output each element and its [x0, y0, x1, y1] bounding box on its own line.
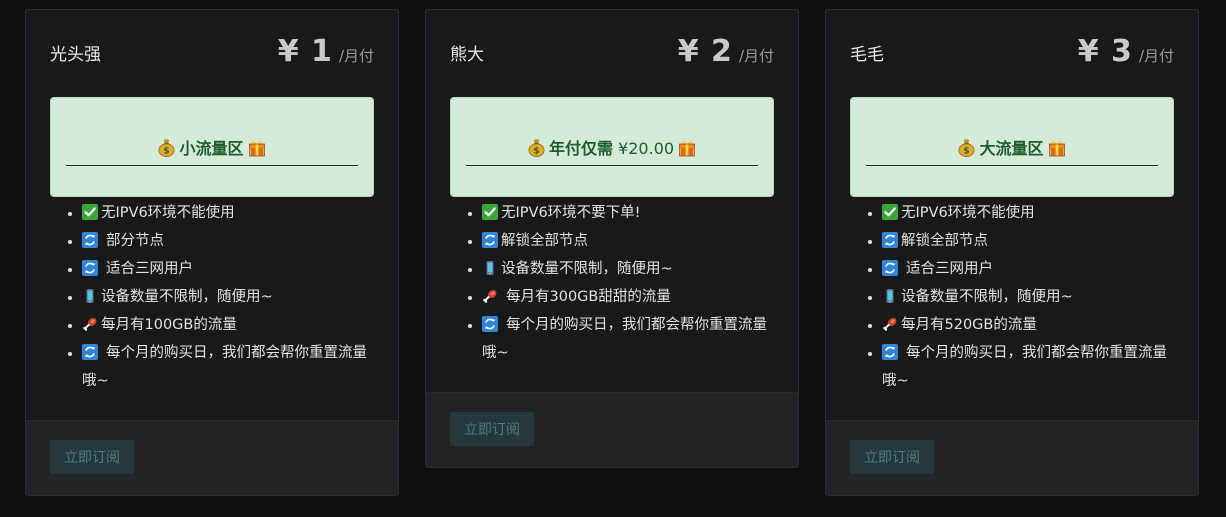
plan-name: 毛毛 — [850, 45, 884, 65]
banner-title-bold: 年付仅需 — [548, 139, 613, 158]
plan-price: ¥ 3/月付 — [1078, 34, 1174, 69]
check-icon — [882, 204, 898, 220]
feature-text: 无IPV6环境不能使用 — [901, 205, 1035, 221]
plan-banner: 年付仅需 ¥20.00 — [450, 97, 774, 197]
refresh-icon — [482, 232, 498, 248]
feature-item: 设备数量不限制，随便用~ — [82, 283, 374, 311]
plan-card: 熊大 ¥ 2/月付 年付仅需 ¥20.00 无IPV6环境不要下单! 解锁全部节… — [425, 9, 799, 468]
feature-item: 每个月的购买日，我们都会帮你重置流量哦~ — [882, 339, 1174, 395]
refresh-icon — [882, 232, 898, 248]
feature-text: 每月有300GB甜甜的流量 — [506, 289, 671, 305]
feature-list: 无IPV6环境不能使用 解锁全部节点 适合三网用户 设备数量不限制，随便用~ 每… — [850, 199, 1174, 395]
gift-icon — [678, 138, 696, 157]
refresh-icon — [82, 232, 98, 248]
phone-icon — [482, 260, 498, 276]
refresh-icon — [882, 260, 898, 276]
feature-item: 设备数量不限制，随便用~ — [882, 283, 1174, 311]
feature-item: 适合三网用户 — [82, 255, 374, 283]
feature-list: 无IPV6环境不能使用 部分节点 适合三网用户 设备数量不限制，随便用~ 每月有… — [50, 199, 374, 395]
feature-text: 解锁全部节点 — [901, 233, 988, 249]
feature-item: 设备数量不限制，随便用~ — [482, 255, 774, 283]
feature-item: 每月有300GB甜甜的流量 — [482, 283, 774, 311]
plan-name: 熊大 — [450, 45, 484, 65]
price-period: /月付 — [338, 47, 374, 65]
feature-text: 每个月的购买日，我们都会帮你重置流量哦~ — [482, 317, 767, 361]
feature-item: 每个月的购买日，我们都会帮你重置流量哦~ — [82, 339, 374, 395]
feature-text: 每月有520GB的流量 — [901, 317, 1037, 333]
feature-text: 适合三网用户 — [906, 261, 993, 277]
money-bag-icon — [158, 138, 175, 157]
banner-title: 小流量区 — [179, 139, 244, 158]
price-period: /月付 — [1138, 47, 1174, 65]
feature-item: 每个月的购买日，我们都会帮你重置流量哦~ — [482, 311, 774, 367]
feature-text: 适合三网用户 — [106, 261, 193, 277]
phone-icon — [882, 288, 898, 304]
check-icon — [482, 204, 498, 220]
price-period: /月付 — [738, 47, 774, 65]
feature-item: 解锁全部节点 — [882, 227, 1174, 255]
feature-item: 无IPV6环境不能使用 — [882, 199, 1174, 227]
feature-text: 每个月的购买日，我们都会帮你重置流量哦~ — [82, 345, 367, 389]
plan-header: 光头强 ¥ 1/月付 — [50, 10, 374, 97]
plan-footer: 立即订阅 — [426, 392, 798, 467]
refresh-icon — [482, 316, 498, 332]
price-amount: ¥ 1 — [277, 34, 333, 69]
plan-footer: 立即订阅 — [26, 420, 398, 495]
banner-price: ¥20.00 — [618, 139, 675, 158]
plan-name: 光头强 — [50, 45, 101, 65]
plan-price: ¥ 1/月付 — [278, 34, 374, 69]
money-bag-icon — [958, 138, 975, 157]
plan-price: ¥ 2/月付 — [678, 34, 774, 69]
feature-list: 无IPV6环境不要下单! 解锁全部节点 设备数量不限制，随便用~ 每月有300G… — [450, 199, 774, 367]
drumstick-icon — [882, 316, 898, 332]
refresh-icon — [82, 344, 98, 360]
feature-text: 无IPV6环境不要下单! — [501, 205, 641, 221]
plan-card: 毛毛 ¥ 3/月付 大流量区 无IPV6环境不能使用 解锁全部节点 适合三网用户… — [825, 9, 1199, 496]
banner-title: 大流量区 — [979, 139, 1044, 158]
subscribe-button[interactable]: 立即订阅 — [50, 440, 134, 474]
subscribe-button[interactable]: 立即订阅 — [850, 440, 934, 474]
gift-icon — [248, 138, 266, 157]
banner-title: 年付仅需 ¥20.00 — [549, 139, 674, 158]
money-bag-icon — [528, 138, 545, 157]
feature-text: 部分节点 — [106, 233, 164, 249]
feature-item: 部分节点 — [82, 227, 374, 255]
feature-text: 无IPV6环境不能使用 — [101, 205, 235, 221]
refresh-icon — [82, 260, 98, 276]
feature-item: 每月有100GB的流量 — [82, 311, 374, 339]
subscribe-button[interactable]: 立即订阅 — [450, 412, 534, 446]
feature-item: 无IPV6环境不能使用 — [82, 199, 374, 227]
feature-text: 设备数量不限制，随便用~ — [901, 289, 1073, 305]
feature-text: 每个月的购买日，我们都会帮你重置流量哦~ — [882, 345, 1167, 389]
plan-header: 毛毛 ¥ 3/月付 — [850, 10, 1174, 97]
plan-header: 熊大 ¥ 2/月付 — [450, 10, 774, 97]
price-amount: ¥ 3 — [1077, 34, 1133, 69]
feature-item: 无IPV6环境不要下单! — [482, 199, 774, 227]
plan-banner: 大流量区 — [850, 97, 1174, 197]
refresh-icon — [882, 344, 898, 360]
check-icon — [82, 204, 98, 220]
plans-grid: 光头强 ¥ 1/月付 小流量区 无IPV6环境不能使用 部分节点 适合三网用户 … — [0, 0, 1226, 517]
feature-text: 每月有100GB的流量 — [101, 317, 237, 333]
plan-footer: 立即订阅 — [826, 420, 1198, 495]
feature-text: 设备数量不限制，随便用~ — [501, 261, 673, 277]
feature-item: 适合三网用户 — [882, 255, 1174, 283]
plan-banner: 小流量区 — [50, 97, 374, 197]
gift-icon — [1048, 138, 1066, 157]
price-amount: ¥ 2 — [677, 34, 733, 69]
phone-icon — [82, 288, 98, 304]
plan-card: 光头强 ¥ 1/月付 小流量区 无IPV6环境不能使用 部分节点 适合三网用户 … — [25, 9, 399, 496]
feature-item: 解锁全部节点 — [482, 227, 774, 255]
feature-text: 解锁全部节点 — [501, 233, 588, 249]
drumstick-icon — [82, 316, 98, 332]
feature-text: 设备数量不限制，随便用~ — [101, 289, 273, 305]
drumstick-icon — [482, 288, 498, 304]
feature-item: 每月有520GB的流量 — [882, 311, 1174, 339]
